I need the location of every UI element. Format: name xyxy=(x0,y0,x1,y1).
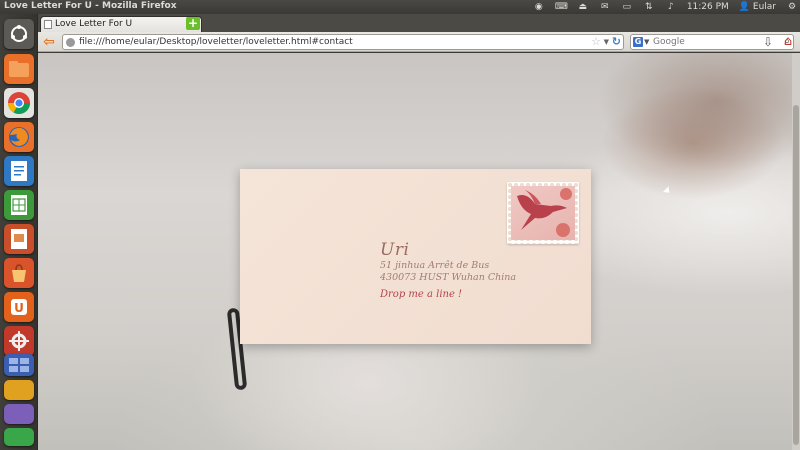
app-icon[interactable] xyxy=(4,380,34,400)
firefox-icon[interactable] xyxy=(4,122,34,152)
scrollbar-thumb[interactable] xyxy=(793,105,799,445)
address-line-1: 51 jinhua Arrêt de Bus xyxy=(380,260,490,271)
keyboard-icon[interactable]: ⌨ xyxy=(555,2,568,12)
mail-icon[interactable]: ✉ xyxy=(599,2,611,12)
address-line-2: 430073 HUST Wuhan China xyxy=(380,272,517,283)
impress-icon[interactable] xyxy=(4,224,34,254)
top-panel: Love Letter For U - Mozilla Firefox ◉ ⌨ … xyxy=(0,0,800,14)
software-center-icon[interactable] xyxy=(4,258,34,288)
system-tray: ◉ ⌨ ⏏ ✉ ▭ ⇅ ♪ 11:26 PM 👤 Eular ⚙ xyxy=(533,0,798,14)
volume-icon[interactable]: ♪ xyxy=(665,2,677,12)
search-engine-dropdown-icon[interactable]: ▼ xyxy=(644,35,649,49)
chrome-icon[interactable] xyxy=(4,88,34,118)
app-icon[interactable] xyxy=(4,404,34,424)
postage-stamp xyxy=(507,182,579,244)
history-dropdown-icon[interactable]: ▼ xyxy=(604,35,609,49)
svg-text:U: U xyxy=(14,301,24,315)
tab-strip: Love Letter For U + xyxy=(38,14,800,32)
user-menu[interactable]: 👤 Eular xyxy=(739,2,776,12)
battery-icon[interactable]: ▭ xyxy=(621,2,633,12)
user-name: Eular xyxy=(752,2,776,12)
new-tab-button[interactable]: + xyxy=(186,17,200,30)
background-photo xyxy=(598,53,792,173)
envelope-card: Uri 51 jinhua Arrêt de Bus 430073 HUST W… xyxy=(240,169,591,344)
search-engine-icon[interactable]: G xyxy=(633,37,643,47)
dash-home-icon[interactable] xyxy=(4,19,34,49)
tab-label: Love Letter For U xyxy=(55,19,133,29)
calc-icon[interactable] xyxy=(4,190,34,220)
tab-love-letter[interactable]: Love Letter For U xyxy=(40,16,202,32)
address-block: Uri 51 jinhua Arrêt de Bus 430073 HUST W… xyxy=(380,240,516,300)
downloads-icon[interactable]: ⇩ xyxy=(760,34,776,50)
power-gear-icon[interactable]: ⚙ xyxy=(786,2,798,12)
url-bar[interactable]: file:///home/eular/Desktop/loveletter/lo… xyxy=(62,34,624,50)
bookmark-star-icon[interactable]: ☆ xyxy=(591,35,601,49)
back-button[interactable]: ⇦ xyxy=(40,33,58,51)
recipient-name: Uri xyxy=(380,240,410,260)
files-icon[interactable] xyxy=(4,54,34,84)
site-identity-icon[interactable] xyxy=(66,38,75,47)
transfer-icon[interactable]: ⇅ xyxy=(643,2,655,12)
network-icon[interactable]: ⏏ xyxy=(577,2,589,12)
navigation-bar: ⇦ file:///home/eular/Desktop/loveletter/… xyxy=(38,32,800,52)
launcher: U xyxy=(0,14,38,450)
ubuntu-one-icon[interactable]: U xyxy=(4,292,34,322)
drop-me-a-line-link[interactable]: Drop me a line ! xyxy=(380,289,516,300)
page-favicon-icon xyxy=(44,20,52,29)
clock[interactable]: 11:26 PM xyxy=(687,2,729,12)
writer-icon[interactable] xyxy=(4,156,34,186)
url-text[interactable]: file:///home/eular/Desktop/loveletter/lo… xyxy=(79,36,353,49)
window-title: Love Letter For U - Mozilla Firefox xyxy=(4,1,177,11)
settings-icon[interactable] xyxy=(4,326,34,356)
app-icon[interactable] xyxy=(4,428,34,446)
hummingbird-stamp-art xyxy=(511,186,575,240)
vertical-scrollbar[interactable] xyxy=(792,53,800,450)
home-icon[interactable]: ⌂ xyxy=(780,34,796,50)
reload-icon[interactable]: ↻ xyxy=(612,35,621,49)
qq-icon[interactable]: ◉ xyxy=(533,2,545,12)
workspace-icon[interactable] xyxy=(4,354,34,376)
search-input[interactable] xyxy=(653,36,773,48)
